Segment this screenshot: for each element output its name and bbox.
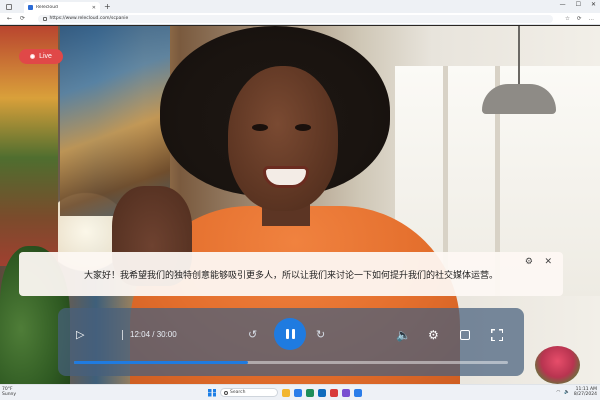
maximize-icon[interactable]: ☐ bbox=[576, 1, 581, 8]
new-tab-button[interactable]: + bbox=[104, 2, 111, 11]
settings-icon[interactable]: ⚙ bbox=[428, 328, 439, 342]
close-window-icon[interactable]: ✕ bbox=[591, 1, 596, 8]
start-icon[interactable] bbox=[208, 388, 216, 397]
favorite-icon[interactable]: ☆ bbox=[565, 16, 570, 22]
presenter-face bbox=[228, 66, 338, 211]
pinned-app-icon[interactable] bbox=[294, 388, 302, 397]
browser-toolbar: ☆ ⟳ … bbox=[565, 16, 594, 22]
play-icon[interactable]: ▷ bbox=[76, 328, 84, 342]
volume-icon[interactable]: 🔈 bbox=[396, 328, 411, 342]
presenter-eye-left bbox=[252, 124, 268, 131]
system-tray: ◠ 🔈 11:11 AM 8/27/2024 bbox=[556, 387, 597, 397]
sync-icon[interactable]: ⟳ bbox=[577, 16, 582, 22]
lamp-cord bbox=[518, 26, 520, 86]
window-controls: — ☐ ✕ bbox=[560, 1, 596, 8]
video-stage[interactable]: Live 大家好！我希望我们的独特创意能够吸引更多人，所以让我们来讨论一下如何提… bbox=[0, 26, 600, 384]
taskbar: 70°F Sunny Search ◠ 🔈 11:11 AM 8/27/2024 bbox=[0, 384, 600, 400]
refresh-icon[interactable]: ⟳ bbox=[19, 15, 26, 22]
presenter-smile bbox=[263, 166, 309, 188]
lock-icon bbox=[43, 16, 47, 21]
pinned-app-icon[interactable] bbox=[342, 388, 350, 397]
tab-title: Relecloud bbox=[36, 5, 58, 10]
player-controls: ▷ 12:04 / 30:00 ↺ ↻ 🔈 ⚙ bbox=[58, 308, 524, 376]
url-field[interactable]: https://www.relecloud.com/scpanie bbox=[38, 14, 553, 23]
browser-tab[interactable]: Relecloud ✕ bbox=[24, 2, 100, 13]
pause-button[interactable] bbox=[274, 318, 306, 350]
pause-bar-right bbox=[291, 329, 295, 339]
rewind-icon[interactable]: ↺ bbox=[248, 328, 257, 342]
caption-text: 大家好！我希望我们的独特创意能够吸引更多人，所以让我们来讨论一下如何提升我们的社… bbox=[83, 270, 498, 281]
url-text: https://www.relecloud.com/scpanie bbox=[49, 16, 129, 21]
caption-close-icon[interactable]: ✕ bbox=[544, 257, 552, 267]
live-badge: Live bbox=[19, 49, 63, 64]
more-icon[interactable]: … bbox=[589, 16, 595, 22]
pinned-app-icon[interactable] bbox=[318, 388, 326, 397]
minimize-icon[interactable]: — bbox=[560, 1, 566, 8]
search-label: Search bbox=[230, 390, 246, 395]
site-favicon-icon bbox=[28, 5, 33, 10]
back-icon[interactable]: ← bbox=[6, 15, 13, 22]
tab-close-icon[interactable]: ✕ bbox=[92, 5, 96, 11]
clock[interactable]: 11:11 AM 8/27/2024 bbox=[574, 387, 597, 397]
progress-track[interactable] bbox=[74, 361, 508, 364]
tab-actions-icon[interactable] bbox=[6, 3, 12, 10]
flowers bbox=[535, 346, 580, 384]
caption-panel: 大家好！我希望我们的独特创意能够吸引更多人，所以让我们来讨论一下如何提升我们的社… bbox=[19, 252, 563, 296]
pinned-app-icon[interactable] bbox=[330, 388, 338, 397]
taskbar-apps: Search bbox=[208, 388, 362, 397]
live-dot-icon bbox=[30, 54, 36, 59]
pause-bar-left bbox=[285, 329, 289, 339]
clock-date: 8/27/2024 bbox=[573, 392, 597, 397]
pinned-app-icon[interactable] bbox=[354, 388, 362, 397]
pendant-lamp bbox=[482, 84, 556, 114]
weather-condition: Sunny bbox=[2, 392, 17, 397]
progress-fill bbox=[74, 361, 248, 364]
wifi-icon[interactable]: ◠ bbox=[556, 390, 560, 395]
weather-widget[interactable]: 70°F Sunny bbox=[2, 387, 16, 397]
pinned-apps bbox=[282, 388, 362, 397]
live-label: Live bbox=[39, 53, 52, 60]
pinned-app-icon[interactable] bbox=[306, 388, 314, 397]
search-icon bbox=[224, 390, 228, 395]
taskbar-search[interactable]: Search bbox=[220, 388, 278, 397]
miniplayer-icon[interactable] bbox=[460, 328, 470, 340]
forward-icon[interactable]: ↻ bbox=[316, 328, 325, 342]
caption-settings-icon[interactable]: ⚙ bbox=[525, 257, 533, 267]
presenter-eye-right bbox=[295, 124, 311, 131]
fullscreen-icon[interactable] bbox=[491, 328, 503, 341]
time-divider bbox=[122, 330, 123, 340]
browser-tab-bar: Relecloud ✕ + — ☐ ✕ bbox=[0, 0, 600, 13]
address-bar: ← ⟳ https://www.relecloud.com/scpanie ☆ … bbox=[0, 13, 600, 25]
pinned-app-icon[interactable] bbox=[282, 388, 290, 397]
timecode: 12:04 / 30:00 bbox=[130, 330, 177, 339]
speaker-icon[interactable]: 🔈 bbox=[564, 390, 570, 395]
